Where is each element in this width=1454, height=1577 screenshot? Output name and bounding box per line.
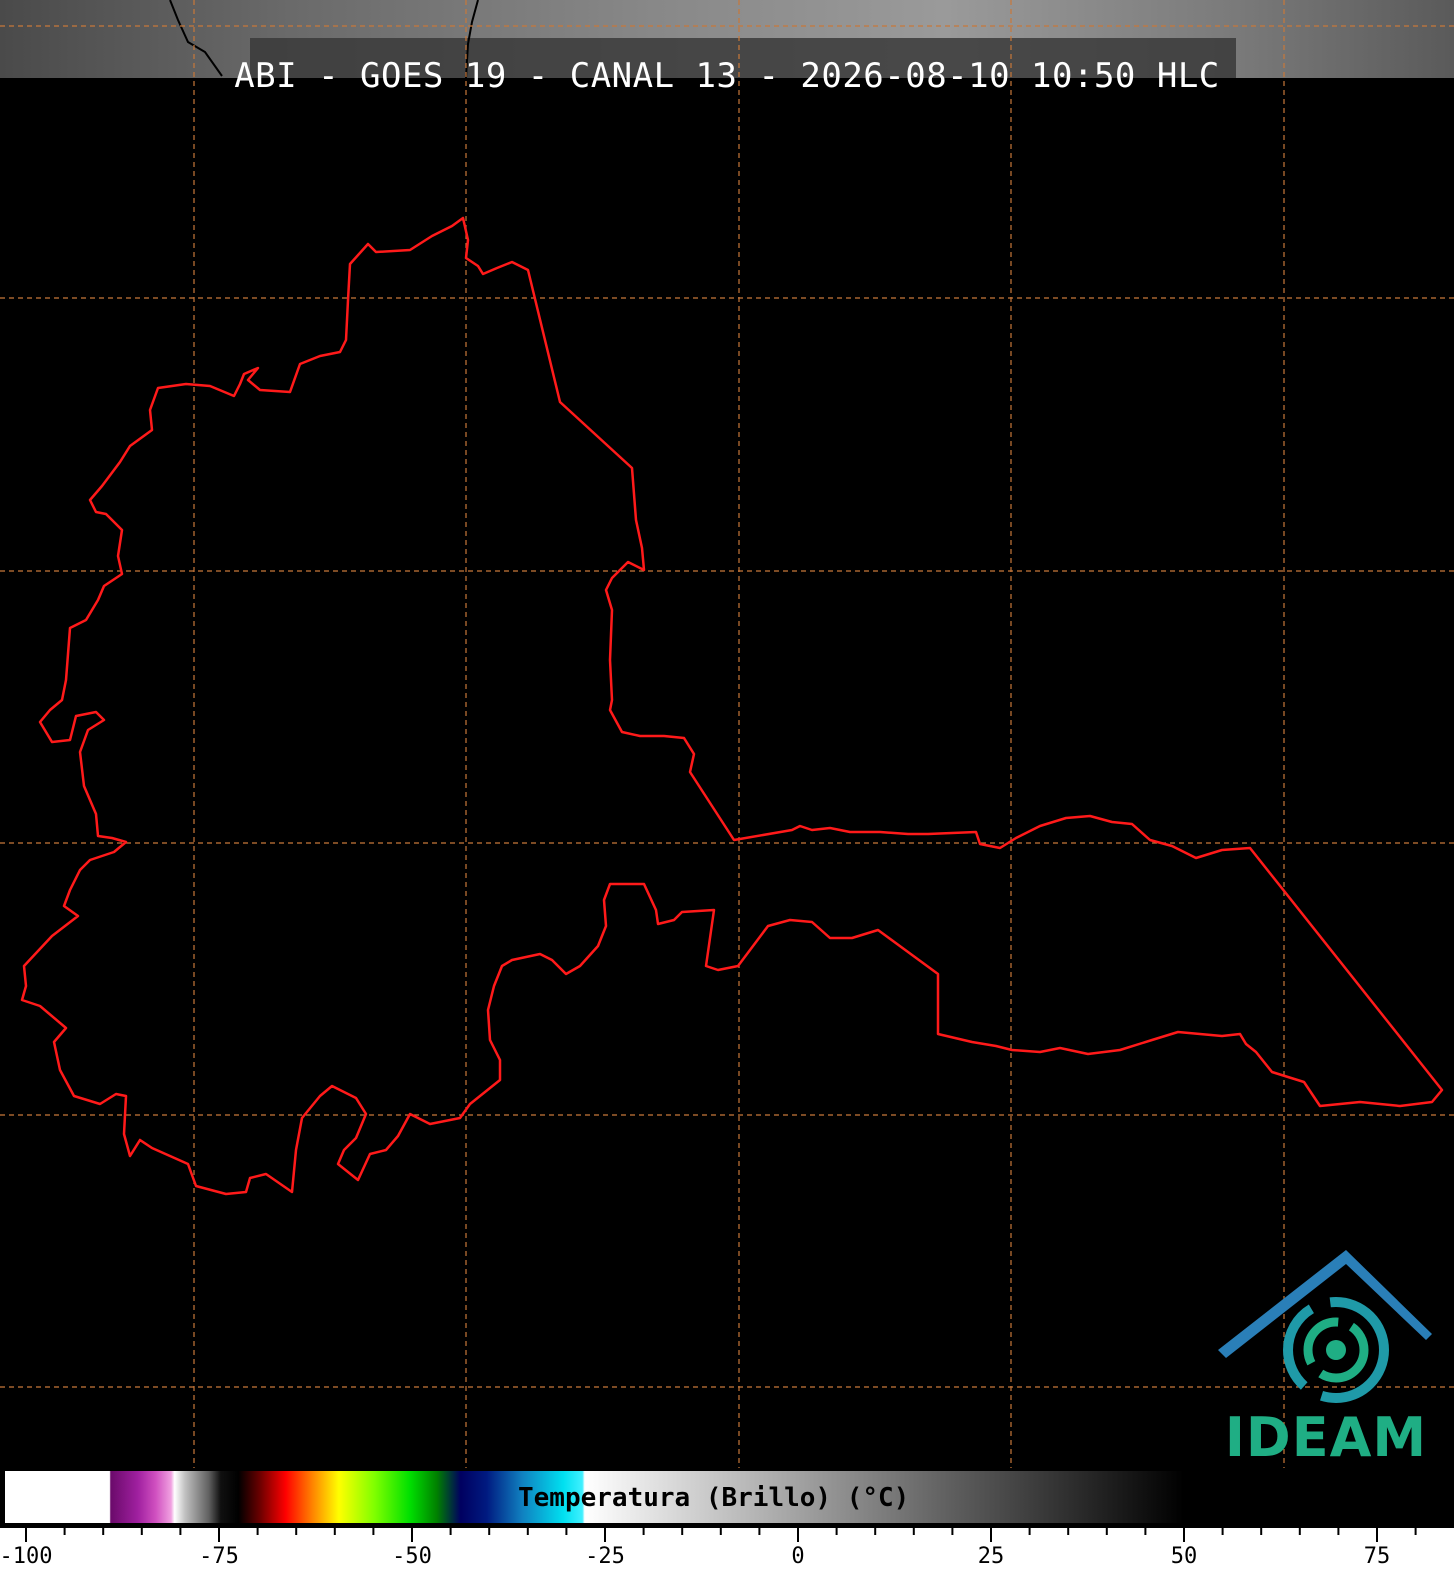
logo-text: IDEAM [1224,1406,1428,1469]
logo-eye [1326,1340,1346,1360]
logo-roof-arc [1218,1250,1432,1358]
tick-label: 75 [1363,1544,1391,1569]
colorbar-label: Temperatura (Brillo) (°C) [518,1483,910,1513]
tick-label: -100 [0,1544,53,1569]
tick-label: 25 [977,1544,1005,1569]
tick-label: -50 [392,1544,432,1569]
tick-label: 50 [1170,1544,1198,1569]
tick-label: -25 [585,1544,625,1569]
satellite-map: ABI - GOES 19 - CANAL 13 - 2026-08-10 10… [0,0,1454,1577]
tick-label: 0 [791,1544,805,1569]
tick-label: -75 [199,1544,239,1569]
map-title: ABI - GOES 19 - CANAL 13 - 2026-08-10 10… [234,56,1220,96]
